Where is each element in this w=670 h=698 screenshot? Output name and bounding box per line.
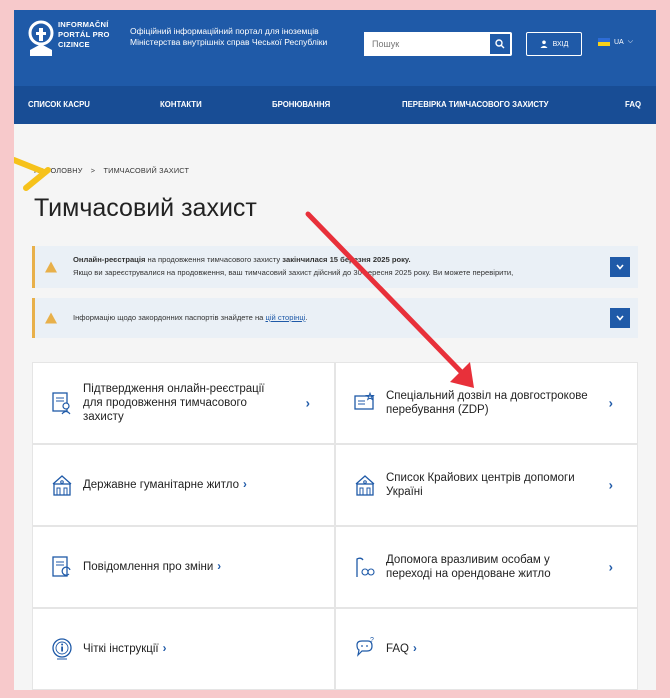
card-clear-instructions[interactable]: Чіткі інструкції › — [32, 608, 335, 690]
breadcrumb-current: ТИМЧАСОВИЙ ЗАХИСТ — [103, 166, 190, 175]
logo-line-3: CIZINCE — [58, 40, 90, 49]
expand-alert-button[interactable] — [610, 257, 630, 277]
chevron-right-icon: › — [242, 479, 247, 491]
site-logo[interactable]: INFORMAČNÍ PORTÁL PRO CIZINCE — [28, 20, 128, 58]
nav-item-faq[interactable]: FAQ — [625, 100, 641, 109]
alert-passports-prefix: Інформацію щодо закордонних паспортів зн… — [73, 313, 266, 322]
site-header: INFORMAČNÍ PORTÁL PRO CIZINCE Офіційний … — [14, 10, 656, 86]
hand-support-icon — [356, 557, 375, 577]
chevron-down-icon — [616, 315, 624, 321]
alert-bold-1: Онлайн-реєстрація — [73, 255, 146, 264]
chevron-right-icon: › — [413, 643, 417, 655]
search-input[interactable] — [364, 32, 488, 56]
document-user-icon — [52, 392, 71, 415]
svg-text:?: ? — [370, 637, 374, 644]
alert-mid: на продовження тимчасового захисту — [145, 255, 283, 264]
alert-passports-text: Інформацію щодо закордонних паспортів зн… — [73, 311, 308, 324]
house-icon — [52, 475, 72, 496]
yellow-arrow-annotation — [14, 157, 51, 191]
logo-line-1: INFORMAČNÍ — [58, 20, 109, 29]
faq-bubble-icon: ? — [356, 637, 374, 657]
card-label-text: Повідомлення про зміни — [83, 561, 214, 573]
card-label: Підтвердження онлайн-реєстрації для прод… — [83, 383, 265, 423]
document-refresh-icon — [52, 556, 71, 577]
page-title: Тимчасовий захист — [34, 194, 257, 222]
nav-item-booking[interactable]: БРОНЮВАННЯ — [272, 100, 330, 109]
card-label: Допомога вразливим особам у переході на … — [386, 554, 551, 580]
card-label: Список Крайових центрів допомоги Україні — [386, 472, 575, 498]
card-label: Державне гуманітарне житло › — [83, 478, 247, 492]
chevron-right-icon: › — [608, 395, 613, 411]
chevron-down-icon: ⌵ — [627, 38, 634, 45]
info-circle-icon — [52, 638, 72, 660]
nav-item-check-protection[interactable]: ПЕРЕВІРКА ТИМЧАСОВОГО ЗАХИСТУ — [402, 100, 548, 109]
expand-alert-button[interactable] — [610, 308, 630, 328]
warning-icon — [45, 261, 57, 273]
logo-text: INFORMAČNÍ PORTÁL PRO CIZINCE — [58, 20, 128, 50]
red-arrow-annotation — [305, 211, 474, 388]
card-label: Чіткі інструкції › — [83, 642, 166, 656]
house-icon — [355, 475, 375, 496]
card-label: Повідомлення про зміни › — [83, 560, 221, 574]
language-label: UA — [614, 38, 624, 46]
card-faq[interactable]: ? FAQ › — [335, 608, 638, 690]
card-regional-centers[interactable]: Список Крайових центрів допомоги Україні… — [335, 444, 638, 526]
card-label-text: Чіткі інструкції — [83, 643, 159, 655]
main-navigation: СПИСОК КАСPU КОНТАКТИ БРОНЮВАННЯ ПЕРЕВІР… — [14, 86, 656, 124]
chevron-right-icon: › — [217, 561, 222, 573]
logo-mark-icon — [28, 20, 54, 58]
card-vulnerable-persons[interactable]: Допомога вразливим особам у переході на … — [335, 526, 638, 608]
card-label-text: Державне гуманітарне житло — [83, 479, 239, 491]
chevron-right-icon: › — [608, 477, 613, 493]
card-label-text: FAQ — [386, 643, 410, 655]
login-label: ВХІД — [552, 40, 569, 48]
browser-frame: INFORMAČNÍ PORTÁL PRO CIZINCE Офіційний … — [14, 10, 656, 690]
card-change-notification[interactable]: Повідомлення про зміни › — [32, 526, 335, 608]
nav-item-kacpu[interactable]: СПИСОК КАСPU — [28, 100, 90, 109]
chevron-down-icon — [616, 264, 624, 270]
login-button[interactable]: ВХІД — [526, 32, 582, 56]
card-humanitarian-housing[interactable]: Державне гуманітарне житло › — [32, 444, 335, 526]
logo-line-2: PORTÁL PRO — [58, 30, 110, 39]
breadcrumb-separator: > — [90, 166, 96, 175]
search-box — [364, 32, 512, 56]
nav-item-contacts[interactable]: КОНТАКТИ — [160, 100, 202, 109]
chevron-right-icon: › — [162, 643, 167, 655]
chevron-right-icon: › — [608, 559, 613, 575]
user-icon — [540, 40, 548, 48]
card-label: FAQ › — [386, 642, 417, 656]
ukraine-flag-icon — [598, 38, 610, 46]
warning-icon — [45, 312, 57, 324]
topic-cards-grid: Підтвердження онлайн-реєстрації для прод… — [32, 362, 638, 690]
passports-page-link[interactable]: цій сторінці — [265, 313, 305, 322]
language-selector[interactable]: UA ⌵ — [598, 38, 633, 46]
card-registration-confirmation[interactable]: Підтвердження онлайн-реєстрації для прод… — [32, 362, 335, 444]
search-button[interactable] — [489, 33, 511, 55]
portal-description: Офіційний інформаційний портал для інозе… — [130, 26, 328, 47]
search-icon — [495, 39, 505, 49]
